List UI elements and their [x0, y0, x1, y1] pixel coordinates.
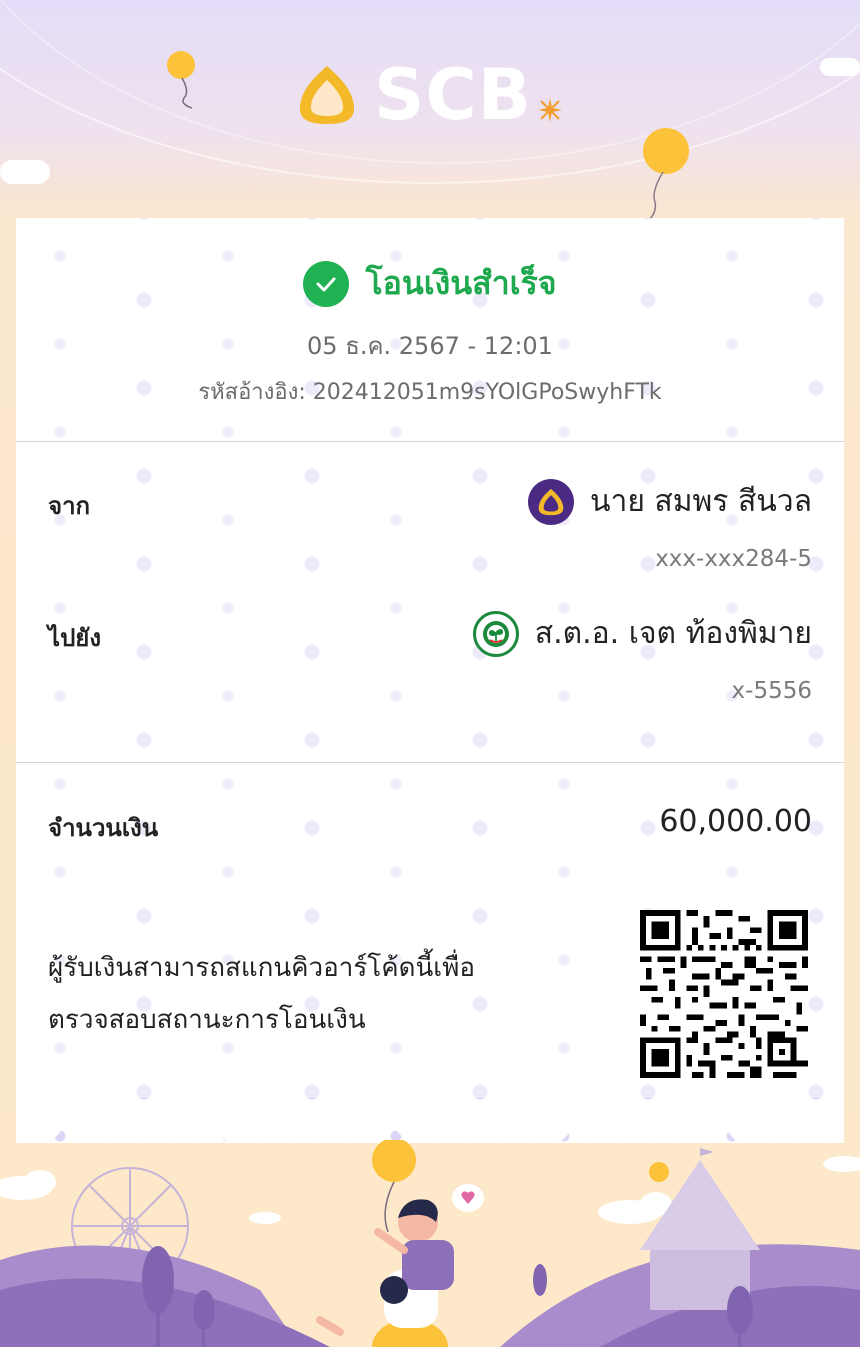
transaction-datetime: 05 ธ.ค. 2567 - 12:01 — [307, 332, 553, 360]
recipient-account: x-5556 — [731, 678, 812, 704]
status-text: โอนเงินสำเร็จ — [365, 264, 557, 302]
sender-account: xxx-xxx284-5 — [655, 546, 812, 572]
balloon-icon — [649, 1162, 669, 1182]
qr-instruction: ผู้รับเงินสามารถสแกนคิวอาร์โค้ดนี้เพื่อ … — [48, 942, 568, 1046]
scb-logo-icon — [299, 66, 355, 124]
balloon-icon — [167, 51, 195, 79]
from-label: จาก — [48, 492, 91, 520]
to-label: ไปยัง — [48, 624, 102, 652]
amount-label: จำนวนเงิน — [48, 814, 159, 842]
qr-instruction-line2: ตรวจสอบสถานะการโอนเงิน — [48, 1005, 366, 1035]
success-check-icon — [303, 260, 350, 307]
recipient-row: ส.ต.อ. เจต ท้องพิมาย — [472, 610, 812, 657]
heart-bubble-icon — [452, 1184, 484, 1212]
sender-name: นาย สมพร สีนวล — [589, 484, 812, 519]
verification-qr-code[interactable] — [640, 910, 808, 1078]
recipient-name: ส.ต.อ. เจต ท้องพิมาย — [534, 616, 812, 651]
sparkle-icon — [538, 98, 562, 122]
reference-number: รหัสอ้างอิง: 202412051m9sYOlGPoSwyhFTk — [198, 380, 662, 405]
balloon-string — [648, 172, 664, 220]
qr-instruction-line1: ผู้รับเงินสามารถสแกนคิวอาร์โค้ดนี้เพื่อ — [48, 953, 475, 983]
scb-logo: SCB — [294, 60, 532, 130]
brand-name: SCB — [374, 54, 533, 136]
balloon-icon — [643, 128, 689, 174]
balloon-icon — [372, 1140, 416, 1182]
amount-value: 60,000.00 — [659, 804, 812, 839]
balloon-string — [181, 78, 193, 109]
sender-row: นาย สมพร สีนวล — [527, 478, 812, 525]
scb-bank-icon — [527, 478, 574, 525]
footer-illustration — [0, 1140, 860, 1347]
header-banner: SCB — [0, 0, 860, 220]
kbank-bank-icon — [472, 610, 519, 657]
divider — [16, 762, 844, 763]
divider — [16, 441, 844, 442]
cloud-icon — [0, 160, 50, 184]
receipt-card: โอนเงินสำเร็จ 05 ธ.ค. 2567 - 12:01 รหัสอ… — [16, 218, 844, 1143]
cloud-icon — [820, 58, 860, 76]
transfer-status: โอนเงินสำเร็จ — [16, 258, 844, 309]
